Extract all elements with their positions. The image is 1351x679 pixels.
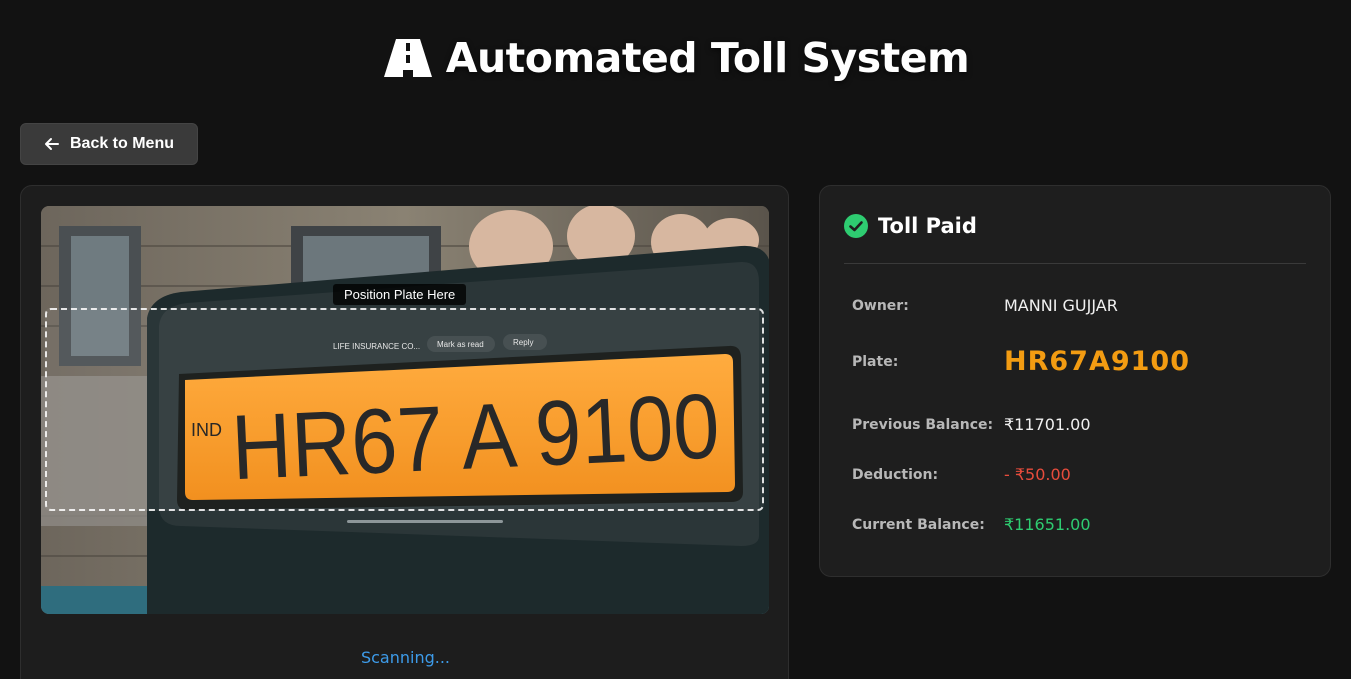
current-balance-row: Current Balance: ₹11651.00 <box>852 515 1312 534</box>
toll-result-panel: Toll Paid Owner: MANNI GUJJAR Plate: HR6… <box>819 185 1331 577</box>
road-icon <box>383 39 432 77</box>
back-button-label: Back to Menu <box>69 135 174 152</box>
deduction-label: Deduction: <box>852 466 939 483</box>
previous-balance-value: ₹11701.00 <box>1004 415 1091 434</box>
arrow-left-icon <box>44 138 59 150</box>
result-title: Toll Paid <box>878 213 977 238</box>
scan-target-frame <box>45 308 764 511</box>
current-balance-label: Current Balance: <box>852 516 985 533</box>
app-header: Automated Toll System <box>0 34 1351 82</box>
current-balance-value: ₹11651.00 <box>1004 515 1091 534</box>
app-title: Automated Toll System <box>445 34 970 82</box>
check-circle-icon <box>844 213 868 238</box>
camera-feed: LIFE INSURANCE CO... Mark as read Reply … <box>41 206 769 614</box>
back-to-menu-button[interactable]: Back to Menu <box>20 123 198 165</box>
deduction-value: - ₹50.00 <box>1004 465 1071 484</box>
scanner-panel: LIFE INSURANCE CO... Mark as read Reply … <box>20 185 789 679</box>
previous-balance-row: Previous Balance: ₹11701.00 <box>852 415 1312 434</box>
deduction-row: Deduction: - ₹50.00 <box>852 465 1312 484</box>
plate-value: HR67A9100 <box>1004 346 1191 377</box>
previous-balance-label: Previous Balance: <box>852 416 994 433</box>
toll-system-page: Automated Toll System Back to Menu LIFE … <box>0 0 1351 679</box>
scan-status: Scanning... <box>360 648 451 667</box>
plate-label: Plate: <box>852 353 899 370</box>
owner-value: MANNI GUJJAR <box>1004 296 1118 315</box>
plate-row: Plate: HR67A9100 <box>852 346 1312 377</box>
owner-label: Owner: <box>852 297 909 314</box>
owner-row: Owner: MANNI GUJJAR <box>852 296 1312 315</box>
scan-frame-label: Position Plate Here <box>333 284 467 305</box>
result-header: Toll Paid <box>844 204 1306 264</box>
